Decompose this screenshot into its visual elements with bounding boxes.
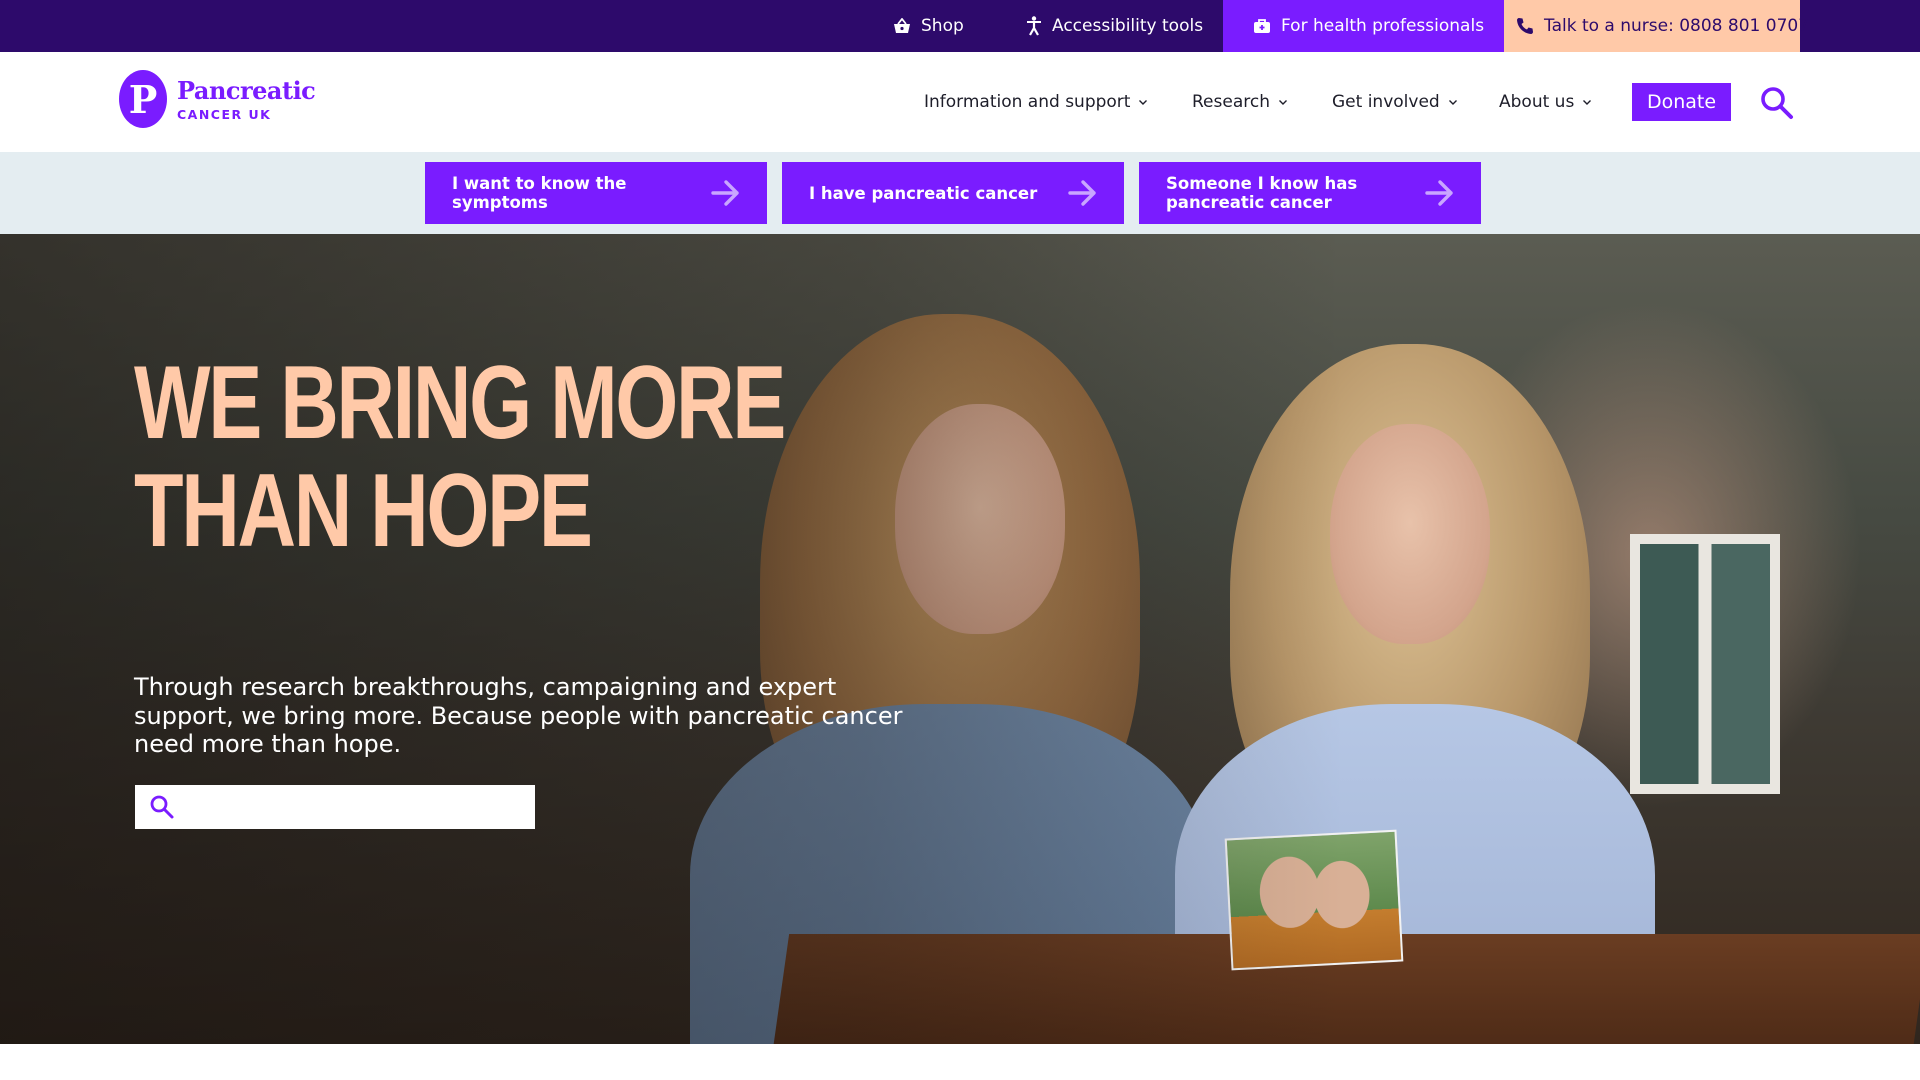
hero-search-input[interactable] — [187, 789, 527, 825]
health-professionals-label: For health professionals — [1281, 16, 1485, 36]
chevron-down-icon — [1583, 100, 1592, 105]
accessibility-person-icon — [1027, 16, 1041, 36]
logo-name: Pancreatic — [177, 76, 316, 105]
quick-link-have-cancer[interactable]: I have pancreatic cancer — [782, 162, 1124, 224]
hero-search-box — [135, 785, 535, 829]
search-icon — [1761, 87, 1793, 119]
quick-link-someone-i-know[interactable]: Someone I know has pancreatic cancer — [1139, 162, 1481, 224]
health-professionals-link[interactable]: For health professionals — [1223, 0, 1504, 52]
hero-heading: WE BRING MORE THAN HOPE — [134, 345, 786, 569]
nav-label: Research — [1192, 92, 1270, 112]
shop-label: Shop — [921, 16, 964, 36]
nurse-label: Talk to a nurse: 0808 801 0707 — [1544, 16, 1810, 36]
quick-link-label: I have pancreatic cancer — [809, 183, 1038, 203]
arrow-right-icon — [1425, 180, 1453, 206]
quick-link-label: Someone I know has pancreatic cancer — [1166, 174, 1358, 212]
hero-subtext: Through research breakthroughs, campaign… — [134, 673, 903, 758]
nav-information-and-support[interactable]: Information and support — [924, 52, 1148, 152]
quick-link-label: I want to know the symptoms — [452, 174, 627, 212]
header-search-button[interactable] — [1759, 85, 1795, 121]
nav-get-involved[interactable]: Get involved — [1332, 52, 1458, 152]
nav-label: About us — [1499, 92, 1575, 112]
arrow-right-icon — [1068, 180, 1096, 206]
chevron-down-icon — [1139, 100, 1148, 105]
phone-icon — [1517, 18, 1533, 34]
nav-label: Information and support — [924, 92, 1131, 112]
quick-links-strip: I want to know the symptoms I have pancr… — [0, 152, 1920, 234]
shop-link[interactable]: Shop — [893, 0, 964, 52]
medical-bag-icon — [1254, 19, 1270, 33]
nav-research[interactable]: Research — [1192, 52, 1288, 152]
basket-icon — [894, 18, 910, 33]
utility-bar: Shop Accessibility tools For health prof… — [0, 0, 1920, 52]
search-icon — [150, 795, 174, 819]
hero-heading-line: THAN HOPE — [134, 453, 593, 569]
hero-heading-line: WE BRING MORE — [134, 345, 786, 461]
nav-label: Get involved — [1332, 92, 1440, 112]
nurse-helpline-link[interactable]: Talk to a nurse: 0808 801 0707 — [1504, 0, 1809, 52]
main-header: P Pancreatic CANCER UK Information and s… — [0, 52, 1920, 152]
donate-button[interactable]: Donate — [1632, 83, 1731, 121]
nav-about-us[interactable]: About us — [1499, 52, 1592, 152]
chevron-down-icon — [1448, 100, 1457, 105]
hero-banner: WE BRING MORE THAN HOPE Through research… — [0, 234, 1920, 1044]
accessibility-tools-link[interactable]: Accessibility tools — [1026, 0, 1203, 52]
chevron-down-icon — [1278, 100, 1287, 105]
quick-link-symptoms[interactable]: I want to know the symptoms — [425, 162, 767, 224]
accessibility-label: Accessibility tools — [1052, 16, 1204, 36]
logo-subtitle: CANCER UK — [177, 107, 272, 122]
arrow-right-icon — [711, 180, 739, 206]
logo-mark: P — [119, 70, 167, 128]
site-logo[interactable]: P Pancreatic CANCER UK — [119, 70, 319, 132]
